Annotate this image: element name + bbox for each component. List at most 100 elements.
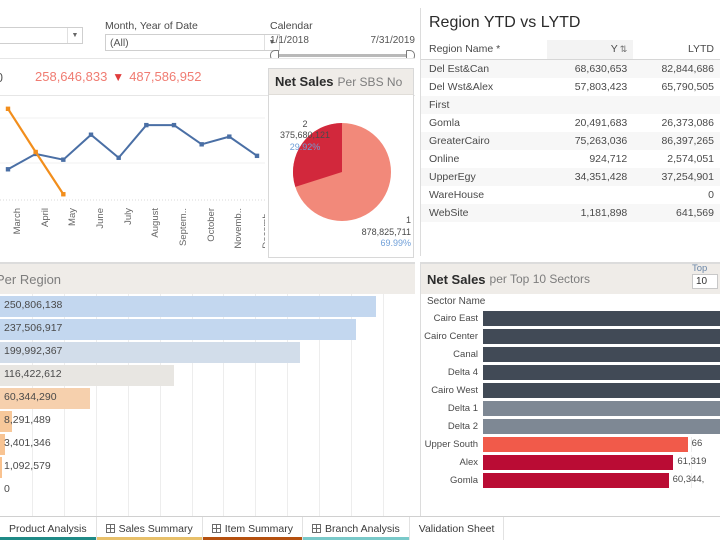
cell-region-name: Gomla bbox=[421, 114, 547, 132]
region-bar-row[interactable]: 3,401,346 bbox=[0, 434, 415, 455]
sector-row[interactable]: Delta 1 bbox=[421, 400, 720, 417]
sector-row[interactable]: Cairo Center bbox=[421, 328, 720, 345]
filter-group-left: ▼ bbox=[0, 27, 83, 44]
sector-bar-wrap: 61,319 bbox=[483, 455, 720, 470]
x-axis-month-label: May bbox=[67, 208, 78, 226]
region-bar-row[interactable]: 60,344,290 bbox=[0, 388, 415, 409]
cell-ytd: 1,181,898 bbox=[547, 204, 634, 222]
sector-bar[interactable] bbox=[483, 311, 720, 326]
region-bar-value: 60,344,290 bbox=[4, 391, 57, 403]
region-bar-row[interactable]: 237,506,917 bbox=[0, 319, 415, 340]
region-bar-value: 1,092,579 bbox=[4, 460, 51, 472]
sector-row[interactable]: Cairo West bbox=[421, 382, 720, 399]
pie-slice-1-percent: 69.99% bbox=[333, 238, 411, 249]
table-row[interactable]: UpperEgy34,351,42837,254,901 bbox=[421, 168, 720, 186]
kpi-previous-value: 487,586,952 bbox=[129, 69, 201, 84]
cell-lytd: 37,254,901 bbox=[633, 168, 720, 186]
sector-bar-wrap bbox=[483, 401, 720, 416]
calendar-label: Calendar bbox=[270, 20, 415, 32]
sort-descending-icon[interactable]: ⇅ bbox=[620, 44, 628, 55]
kpi-comparison: 258,646,833 ▼ 487,586,952 bbox=[35, 69, 201, 84]
tab-label: Validation Sheet bbox=[419, 523, 495, 535]
grid-icon bbox=[312, 524, 321, 533]
region-bar-row[interactable]: 0 bbox=[0, 480, 415, 501]
dashboard-root: ▼ Month, Year of Date (All) ▼ Calendar 1… bbox=[0, 0, 720, 540]
table-row[interactable]: Del Est&Can68,630,65382,844,686 bbox=[421, 60, 720, 79]
per-region-title: Per Region bbox=[0, 272, 61, 287]
x-axis-month-label: March bbox=[12, 208, 23, 234]
sector-bar-wrap bbox=[483, 329, 720, 344]
sector-bar-wrap bbox=[483, 347, 720, 362]
pie-label-slice-1: 1 878,825,711 69.99% bbox=[333, 215, 411, 249]
per-region-bars[interactable]: 250,806,138237,506,917199,992,367116,422… bbox=[0, 294, 415, 516]
sector-bar[interactable] bbox=[483, 455, 673, 470]
sector-bar[interactable] bbox=[483, 473, 669, 488]
month-filter-dropdown[interactable]: (All) ▼ bbox=[105, 34, 280, 51]
region-bar-row[interactable]: 116,422,612 bbox=[0, 365, 415, 386]
filter-bar: ▼ Month, Year of Date (All) ▼ Calendar 1… bbox=[0, 0, 415, 58]
sector-name-header: Sector Name bbox=[421, 294, 720, 310]
sector-name: Canal bbox=[421, 349, 483, 360]
table-row[interactable]: Online924,7122,574,051 bbox=[421, 150, 720, 168]
sector-bar[interactable] bbox=[483, 419, 720, 434]
top-n-filter[interactable]: Top 10 bbox=[692, 263, 718, 289]
table-row[interactable]: WebSite1,181,898641,569 bbox=[421, 204, 720, 222]
cell-ytd: 68,630,653 bbox=[547, 60, 634, 79]
cell-region-name: Del Wst&Alex bbox=[421, 78, 547, 96]
sector-bar[interactable] bbox=[483, 401, 720, 416]
sector-bar[interactable] bbox=[483, 365, 720, 380]
tab-sales-summary[interactable]: Sales Summary bbox=[97, 517, 203, 540]
sector-row[interactable]: Alex61,319 bbox=[421, 454, 720, 471]
tab-item-summary[interactable]: Item Summary bbox=[203, 517, 303, 540]
trend-line-chart[interactable]: MarchAprilMayJuneJulyAugustSeptem..Octob… bbox=[0, 96, 265, 258]
region-bar-row[interactable]: 199,992,367 bbox=[0, 342, 415, 363]
table-row[interactable]: WareHouse0 bbox=[421, 186, 720, 204]
worksheet-tab-bar[interactable]: Product AnalysisSales SummaryItem Summar… bbox=[0, 516, 720, 540]
sector-bar[interactable] bbox=[483, 383, 720, 398]
region-bar-row[interactable]: 1,092,579 bbox=[0, 457, 415, 478]
x-axis-month-label: October bbox=[206, 208, 217, 242]
sector-name: Cairo West bbox=[421, 385, 483, 396]
sector-bar-value: 61,319 bbox=[677, 456, 706, 467]
cell-ytd bbox=[547, 96, 634, 114]
line-chart-svg bbox=[0, 96, 265, 206]
sector-row[interactable]: Delta 4 bbox=[421, 364, 720, 381]
tab-validation-sheet[interactable]: Validation Sheet bbox=[410, 517, 505, 540]
cell-ytd: 57,803,423 bbox=[547, 78, 634, 96]
region-bar[interactable] bbox=[0, 457, 2, 478]
top-n-input[interactable]: 10 bbox=[692, 274, 718, 289]
chevron-down-icon[interactable]: ▼ bbox=[67, 28, 82, 43]
cell-lytd: 82,844,686 bbox=[633, 60, 720, 79]
cell-lytd: 65,790,505 bbox=[633, 78, 720, 96]
down-triangle-icon: ▼ bbox=[112, 71, 124, 83]
sector-row[interactable]: Delta 2 bbox=[421, 418, 720, 435]
cell-ytd: 20,491,683 bbox=[547, 114, 634, 132]
sector-row[interactable]: Upper South66 bbox=[421, 436, 720, 453]
per-region-panel: Per Region 250,806,138237,506,917199,992… bbox=[0, 262, 415, 516]
region-bar-row[interactable]: 8,291,489 bbox=[0, 411, 415, 432]
top-n-label: Top bbox=[692, 263, 718, 274]
region-bar-row[interactable]: 250,806,138 bbox=[0, 296, 415, 317]
col-header-region-name[interactable]: Region Name * bbox=[421, 40, 547, 60]
sector-row[interactable]: Cairo East bbox=[421, 310, 720, 327]
table-row[interactable]: First bbox=[421, 96, 720, 114]
table-header-row: Region Name * Y⇅ LYTD bbox=[421, 40, 720, 60]
col-header-lytd[interactable]: LYTD bbox=[633, 40, 720, 60]
table-row[interactable]: GreaterCairo75,263,03686,397,265 bbox=[421, 132, 720, 150]
sector-bar-wrap bbox=[483, 311, 720, 326]
sector-row[interactable]: Gomla60,344, bbox=[421, 472, 720, 489]
sectors-body: Sector Name Cairo EastCairo Center Canal D… bbox=[421, 294, 720, 516]
table-row[interactable]: Gomla20,491,68326,373,086 bbox=[421, 114, 720, 132]
sector-row[interactable]: Canal bbox=[421, 346, 720, 363]
tab-product-analysis[interactable]: Product Analysis bbox=[0, 517, 97, 540]
left-filter-dropdown[interactable]: ▼ bbox=[0, 27, 83, 44]
tab-branch-analysis[interactable]: Branch Analysis bbox=[303, 517, 410, 540]
sector-bar[interactable] bbox=[483, 437, 688, 452]
sector-bar[interactable] bbox=[483, 329, 720, 344]
x-axis-month-label: August bbox=[150, 208, 161, 238]
pie-slice-2-key: 2 bbox=[269, 119, 341, 130]
col-header-ytd[interactable]: Y⇅ bbox=[547, 40, 634, 60]
x-axis-month-label: June bbox=[95, 208, 106, 229]
sector-bar[interactable] bbox=[483, 347, 720, 362]
table-row[interactable]: Del Wst&Alex57,803,42365,790,505 bbox=[421, 78, 720, 96]
